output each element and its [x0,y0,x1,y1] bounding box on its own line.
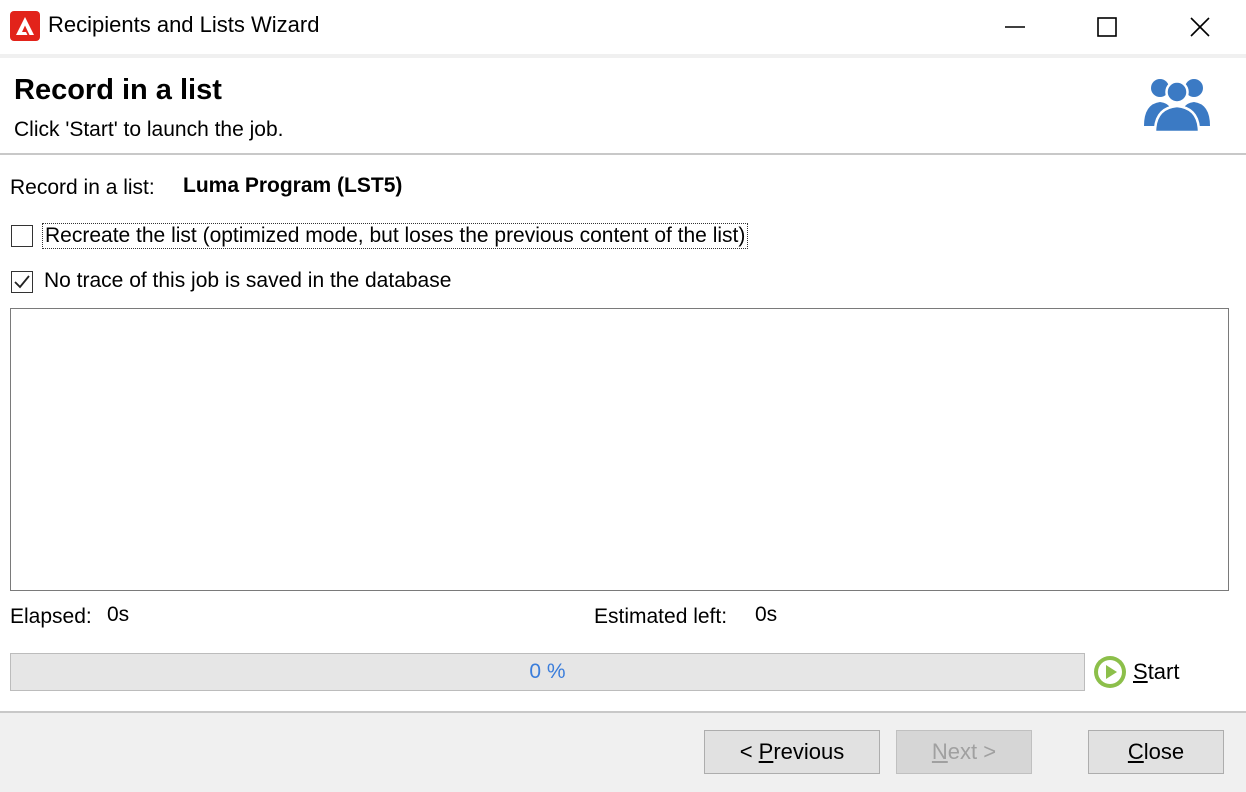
start-label-rest: tart [1147,659,1180,684]
close-window-button[interactable] [1170,0,1230,54]
users-icon [1142,74,1212,137]
estimated-label: Estimated left: [594,605,728,628]
previous-mnemonic: P [758,739,774,764]
next-label-rest: ext > [947,739,997,764]
previous-label-rest: revious [773,739,845,764]
elapsed-value: 0s [107,603,130,626]
job-log-box[interactable] [10,308,1229,591]
close-label-rest: lose [1143,739,1185,764]
progress-bar: 0 % [10,653,1085,691]
progress-text: 0 % [529,660,566,683]
record-label: Record in a list: [10,176,155,199]
header-divider [0,153,1246,155]
previous-prefix: < [739,739,759,764]
close-mnemonic: C [1127,739,1144,764]
window-title: Recipients and Lists Wizard [48,12,320,37]
start-mnemonic: S [1133,659,1148,684]
estimated-value: 0s [755,603,778,626]
recreate-list-label[interactable]: Recreate the list (optimized mode, but l… [42,223,749,249]
minimize-button[interactable] [985,0,1045,54]
play-circle-icon[interactable] [1093,655,1127,694]
start-button[interactable]: Start [1133,659,1179,685]
title-bar: Recipients and Lists Wizard [0,0,1246,54]
header-separator [0,54,1246,58]
checkmark-icon [14,275,30,289]
elapsed-label: Elapsed: [10,605,92,628]
no-trace-label[interactable]: No trace of this job is saved in the dat… [44,269,451,293]
recreate-list-checkbox[interactable] [11,225,33,247]
previous-button[interactable]: < Previous [704,730,880,774]
maximize-button[interactable] [1077,0,1137,54]
record-value: Luma Program (LST5) [183,174,403,197]
adobe-logo-icon [10,11,40,41]
no-trace-checkbox[interactable] [11,271,33,293]
next-button[interactable]: Next > [896,730,1032,774]
page-title: Record in a list [14,74,222,106]
footer-bar [0,713,1246,792]
next-mnemonic: N [931,739,948,764]
close-button[interactable]: Close [1088,730,1224,774]
page-subtitle: Click 'Start' to launch the job. [14,118,284,141]
